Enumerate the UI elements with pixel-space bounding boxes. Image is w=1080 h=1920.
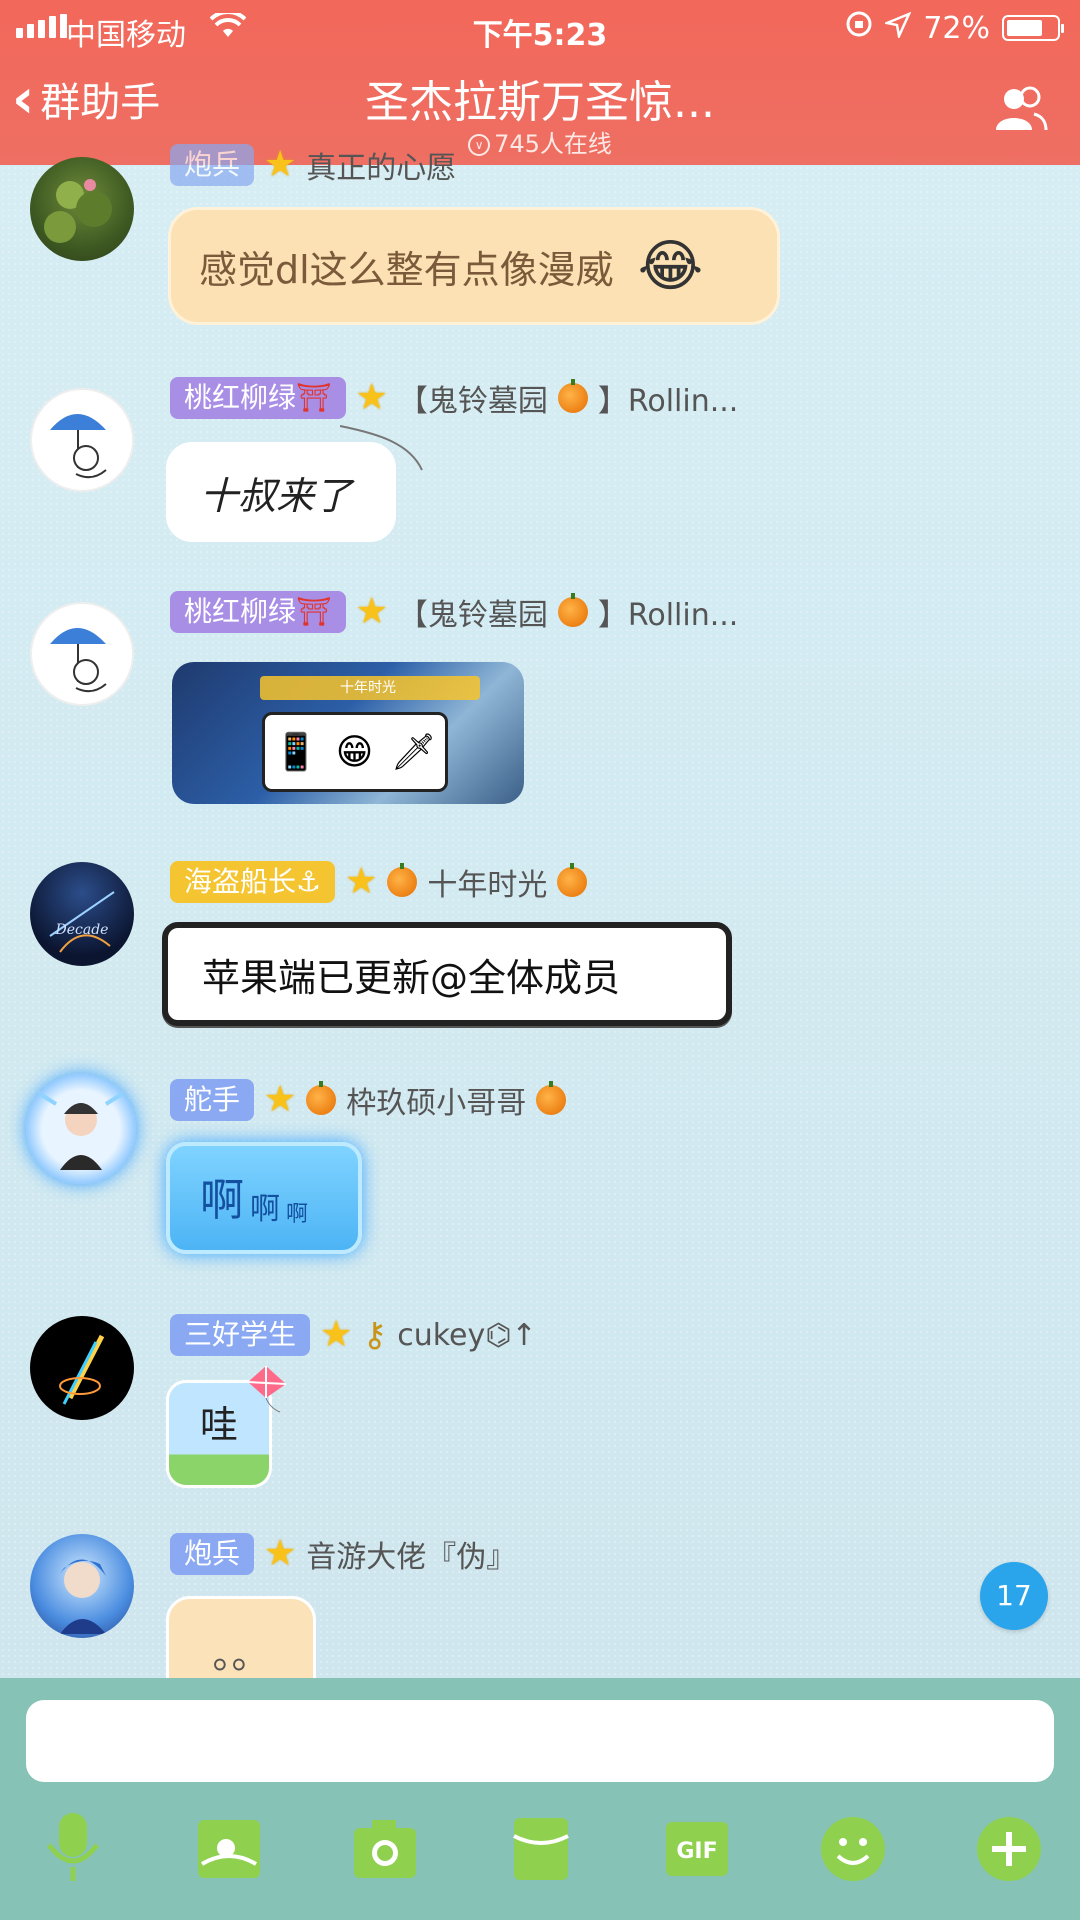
unread-count-badge[interactable]: 17 bbox=[980, 1562, 1048, 1630]
image-message[interactable]: 十年时光 📱 😁 🗡 bbox=[172, 662, 524, 804]
red-packet-icon[interactable] bbox=[506, 1814, 576, 1884]
sender-title-right: 】Rollin... bbox=[597, 384, 739, 419]
message-text: 哇 bbox=[199, 1402, 238, 1447]
plus-icon[interactable] bbox=[974, 1814, 1044, 1884]
location-icon bbox=[883, 11, 912, 46]
avatar[interactable] bbox=[30, 157, 134, 261]
message-text-medium: 啊 bbox=[250, 1192, 280, 1227]
sender-meta: 三好学生 ★ ⚷ cukey⌬↑ bbox=[170, 1314, 537, 1356]
star-icon: ★ bbox=[355, 377, 388, 418]
sender-title: cukey⌬↑ bbox=[397, 1317, 537, 1353]
star-icon: ★ bbox=[264, 144, 297, 185]
gif-label: GIF bbox=[676, 1839, 717, 1864]
laughing-emoji-icon: 😂 bbox=[637, 233, 704, 299]
pumpkin-icon bbox=[536, 1081, 567, 1115]
star-icon: ★ bbox=[355, 591, 388, 632]
message-bubble[interactable]: 苹果端已更新@全体成员 bbox=[162, 922, 732, 1026]
sender-meta: 桃红柳绿⛩ ★ 【鬼铃墓园 】Rollin... bbox=[170, 376, 738, 420]
chevron-down-icon: ∨ bbox=[468, 134, 491, 156]
svg-text:Decade: Decade bbox=[55, 922, 109, 938]
image-content: 📱 😁 🗡 bbox=[262, 712, 448, 792]
sender-title-left: 【鬼铃墓园 bbox=[397, 384, 548, 419]
top-bar: 中国移动 下午5:23 72% ‹ 群助手 圣杰拉斯万圣惊... ∨ 745人在线 bbox=[0, 0, 1080, 165]
message-text: 苹果端已更新@全体成员 bbox=[202, 955, 621, 1000]
rank-tag: 炮兵 bbox=[170, 1533, 255, 1575]
mic-icon[interactable] bbox=[38, 1813, 108, 1884]
avatar[interactable]: Decade bbox=[30, 862, 134, 966]
sender-title-left: 【鬼铃墓园 bbox=[397, 598, 548, 633]
rank-tag: 桃红柳绿⛩ bbox=[170, 377, 346, 419]
rank-tag: 海盗船长⚓ bbox=[170, 861, 336, 903]
sender-meta: 炮兵 ★ 音游大佬『伪』 bbox=[170, 1532, 516, 1576]
battery-icon bbox=[1002, 15, 1064, 41]
rank-tag: 炮兵 bbox=[170, 144, 255, 186]
sender-meta: 桃红柳绿⛩ ★ 【鬼铃墓园 】Rollin... bbox=[170, 590, 738, 634]
phone-icon: 📱 bbox=[273, 732, 319, 773]
sender-title: 枠玖硕小哥哥 bbox=[346, 1086, 527, 1121]
rotation-lock-icon bbox=[845, 10, 873, 46]
camera-icon[interactable] bbox=[350, 1814, 420, 1884]
pumpkin-icon bbox=[557, 379, 588, 413]
input-bar: GIF bbox=[0, 1678, 1080, 1920]
emoji-icon[interactable] bbox=[818, 1814, 888, 1884]
group-title[interactable]: 圣杰拉斯万圣惊... bbox=[0, 66, 1080, 130]
star-icon: ★ bbox=[320, 1314, 353, 1355]
pumpkin-icon bbox=[306, 1081, 337, 1115]
sender-title: 十年时光 bbox=[427, 868, 548, 903]
message-text-large: 啊 bbox=[200, 1175, 244, 1226]
sender-meta: 海盗船长⚓ ★ 十年时光 bbox=[170, 860, 588, 904]
pumpkin-icon bbox=[557, 593, 588, 627]
avatar[interactable] bbox=[30, 1534, 134, 1638]
knife-icon: 🗡 bbox=[390, 732, 437, 773]
message-bubble[interactable]: 。。 bbox=[166, 1596, 316, 1686]
avatar[interactable] bbox=[26, 1074, 136, 1184]
online-count[interactable]: ∨ 745人在线 bbox=[0, 124, 1080, 159]
sender-meta: 舵手 ★ 枠玖硕小哥哥 bbox=[170, 1078, 567, 1122]
avatar[interactable] bbox=[30, 388, 134, 492]
photo-icon[interactable] bbox=[194, 1814, 264, 1884]
star-icon: ★ bbox=[264, 1079, 297, 1120]
gif-icon[interactable]: GIF bbox=[662, 1814, 732, 1884]
rank-tag: 桃红柳绿⛩ bbox=[170, 591, 346, 633]
message-bubble[interactable]: 啊 啊 啊 bbox=[166, 1142, 362, 1254]
key-icon: ⚷ bbox=[362, 1315, 388, 1355]
toolbar: GIF bbox=[0, 1813, 1080, 1904]
rank-tag: 舵手 bbox=[170, 1079, 255, 1121]
sender-title: 音游大佬『伪』 bbox=[306, 1540, 517, 1575]
kite-icon bbox=[247, 1366, 287, 1413]
avatar[interactable] bbox=[30, 602, 134, 706]
anchor-icon: ⚓ bbox=[296, 865, 322, 898]
message-input[interactable] bbox=[26, 1700, 1054, 1782]
torii-icon: ⛩ bbox=[296, 381, 332, 414]
group-members-icon[interactable] bbox=[990, 84, 1050, 134]
status-bar: 中国移动 下午5:23 72% bbox=[0, 8, 1080, 53]
rank-tag: 三好学生 bbox=[170, 1314, 311, 1356]
image-caption: 十年时光 bbox=[260, 676, 480, 700]
message-text: 感觉dl这么整有点像漫威 bbox=[199, 247, 614, 292]
avatar[interactable] bbox=[30, 1316, 134, 1420]
sender-title: 真正的心愿 bbox=[306, 151, 457, 186]
sender-title-right: 】Rollin... bbox=[597, 598, 739, 633]
online-count-label: 745人在线 bbox=[494, 130, 612, 158]
pumpkin-icon bbox=[557, 863, 588, 897]
torii-icon: ⛩ bbox=[296, 595, 332, 628]
message-text-small: 啊 bbox=[286, 1202, 309, 1227]
message-text: 十叔来了 bbox=[200, 473, 353, 518]
star-icon: ★ bbox=[345, 861, 378, 902]
grin-emoji-icon: 😁 bbox=[335, 731, 374, 773]
battery-percent: 72% bbox=[923, 10, 990, 46]
message-text: 。。 bbox=[212, 1633, 270, 1677]
pumpkin-icon bbox=[387, 863, 418, 897]
star-icon: ★ bbox=[264, 1533, 297, 1574]
message-bubble[interactable]: 十叔来了 bbox=[166, 442, 396, 542]
sender-meta: 炮兵 ★ 真正的心愿 bbox=[170, 143, 456, 187]
message-bubble[interactable]: 感觉dl这么整有点像漫威 😂 bbox=[168, 207, 780, 325]
